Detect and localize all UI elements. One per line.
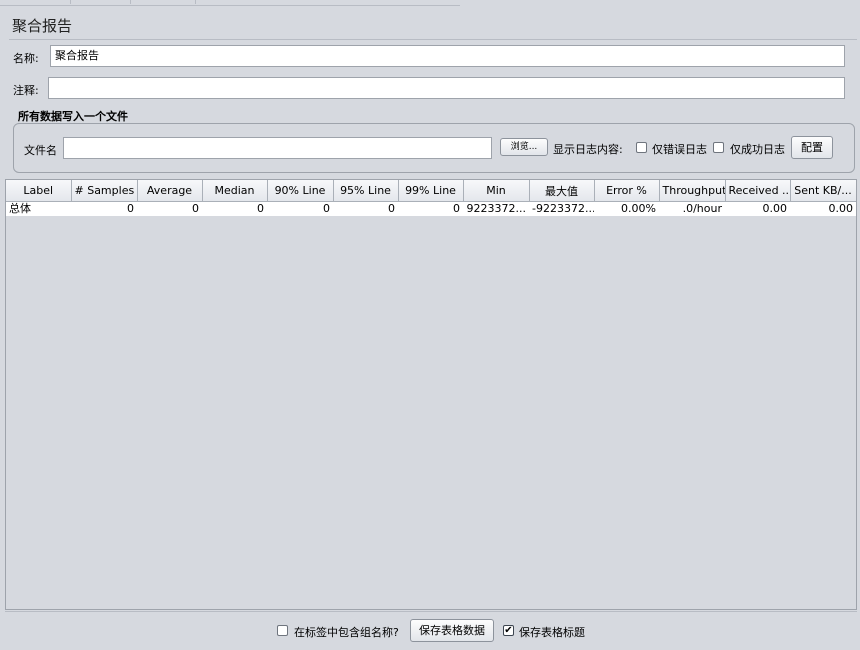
table-cell: 0	[202, 201, 267, 216]
column-header[interactable]: 90% Line	[267, 180, 334, 202]
column-header[interactable]: Sent KB/...	[790, 180, 856, 202]
column-header[interactable]: Min	[463, 180, 530, 202]
filename-input[interactable]	[63, 137, 492, 159]
comment-input[interactable]	[48, 77, 845, 99]
column-header[interactable]: Median	[202, 180, 268, 202]
tab-placeholder	[70, 0, 131, 4]
success-only-checkbox[interactable]	[713, 142, 724, 153]
table-cell: -9223372...	[529, 201, 594, 216]
results-table[interactable]: Label # Samples Average Median 90% Line …	[5, 179, 857, 610]
save-table-header-checkbox[interactable]: ✔	[503, 625, 514, 636]
include-group-name-label: 在标签中包含组名称?	[294, 626, 399, 639]
configure-button[interactable]: 配置	[791, 136, 833, 159]
table-cell: 0	[333, 201, 398, 216]
column-header[interactable]: Average	[137, 180, 203, 202]
column-header[interactable]: Label	[6, 180, 72, 202]
footer-divider	[5, 611, 857, 612]
column-header[interactable]: Throughput	[659, 180, 726, 202]
comment-label: 注释:	[13, 84, 39, 97]
browse-button[interactable]: 浏览...	[500, 138, 548, 156]
panel-title: 聚合报告	[12, 17, 73, 35]
table-header-row: Label # Samples Average Median 90% Line …	[6, 180, 856, 202]
tab-placeholder	[0, 0, 71, 4]
save-table-data-button[interactable]: 保存表格数据	[410, 619, 494, 642]
table-row[interactable]: 总体 0 0 0 0 0 0 9223372... -9223372... 0.…	[6, 201, 856, 216]
table-cell: 0	[398, 201, 463, 216]
name-input[interactable]: 聚合报告	[50, 45, 845, 67]
name-label: 名称:	[13, 52, 39, 65]
log-display-label: 显示日志内容:	[553, 143, 623, 156]
errors-only-checkbox[interactable]	[636, 142, 647, 153]
errors-only-label: 仅错误日志	[652, 143, 707, 156]
column-header[interactable]: 99% Line	[398, 180, 464, 202]
column-header[interactable]: 95% Line	[333, 180, 399, 202]
table-cell: 0	[71, 201, 137, 216]
table-cell: 0	[137, 201, 202, 216]
column-header[interactable]: Received ...	[725, 180, 791, 202]
table-cell: 0.00	[725, 201, 790, 216]
table-cell: 总体	[6, 201, 71, 216]
title-divider	[9, 39, 857, 40]
table-cell: 9223372...	[463, 201, 529, 216]
column-header[interactable]: # Samples	[71, 180, 138, 202]
table-cell: .0/hour	[659, 201, 725, 216]
file-group-title: 所有数据写入一个文件	[18, 110, 128, 123]
column-header[interactable]: 最大值	[529, 180, 595, 202]
checkmark-icon: ✔	[504, 625, 513, 636]
tab-placeholder	[130, 0, 196, 4]
filename-label: 文件名	[24, 144, 57, 157]
table-cell: 0.00%	[594, 201, 659, 216]
include-group-name-checkbox[interactable]	[277, 625, 288, 636]
table-cell: 0	[267, 201, 333, 216]
success-only-label: 仅成功日志	[730, 143, 785, 156]
table-cell: 0.00	[790, 201, 856, 216]
top-tab-strip	[0, 0, 460, 6]
save-table-header-label: 保存表格标题	[519, 626, 585, 639]
column-header[interactable]: Error %	[594, 180, 660, 202]
